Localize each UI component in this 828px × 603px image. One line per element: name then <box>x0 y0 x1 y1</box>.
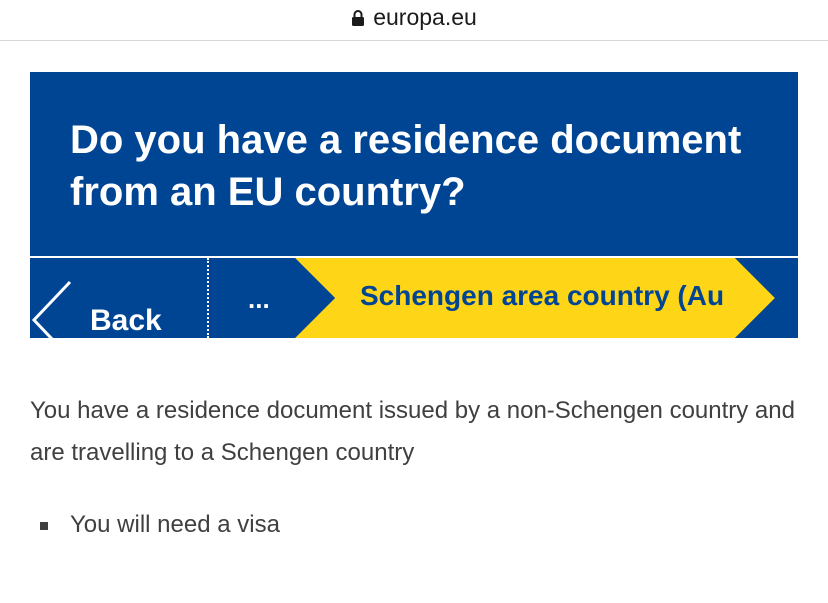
list-item: You will need a visa <box>30 504 798 546</box>
ellipsis-label: ... <box>248 284 270 314</box>
current-step-label: Schengen area country (Au <box>360 280 725 311</box>
breadcrumb-current-step[interactable]: Schengen area country (Au <box>295 258 798 338</box>
browser-url-bar[interactable]: europa.eu <box>0 0 828 41</box>
square-bullet-icon <box>40 522 48 530</box>
back-button[interactable]: Back <box>30 258 208 338</box>
lock-icon <box>351 9 365 27</box>
question-header: Do you have a residence document from an… <box>30 72 798 256</box>
breadcrumb-divider <box>207 258 209 338</box>
result-list: You will need a visa <box>30 504 798 546</box>
result-content: You have a residence document issued by … <box>30 390 798 546</box>
chevron-left-icon <box>31 280 72 338</box>
url-domain: europa.eu <box>373 3 477 30</box>
result-paragraph: You have a residence document issued by … <box>30 397 795 466</box>
back-button-label: Back <box>90 304 162 337</box>
list-item-text: You will need a visa <box>70 511 280 538</box>
page-title: Do you have a residence document from an… <box>70 118 742 214</box>
breadcrumb: Back ... Schengen area country (Au <box>30 258 798 338</box>
